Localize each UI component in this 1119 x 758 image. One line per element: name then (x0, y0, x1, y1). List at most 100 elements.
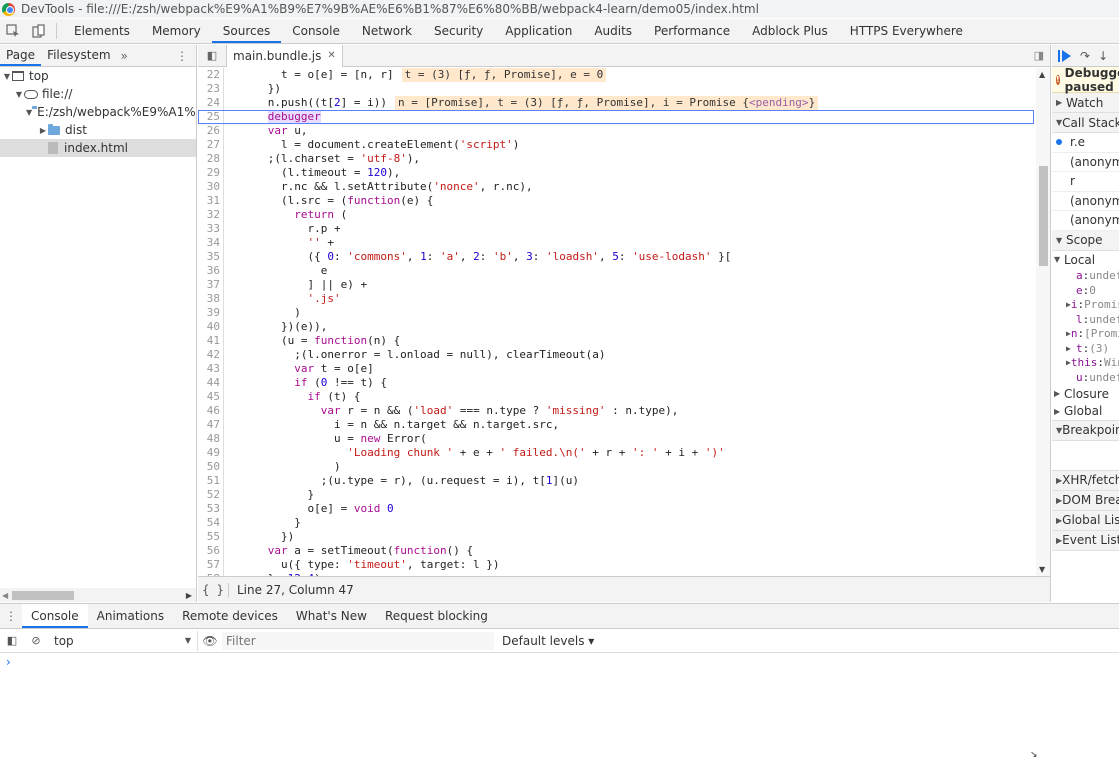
tree-item[interactable]: ▼ E:/zsh/webpack%E9%A1%B9 (0, 103, 196, 121)
line-number[interactable]: 32 (198, 208, 224, 222)
file-tab-main-bundle[interactable]: main.bundle.js ✕ (226, 44, 343, 67)
code-line[interactable]: 24 n.push((t[2] = i)) n = [Promise], t = … (198, 96, 1034, 110)
scroll-up-icon[interactable]: ▲ (1039, 70, 1045, 79)
main-tab-sources[interactable]: Sources (211, 19, 282, 43)
code-line[interactable]: 32 return ( (198, 208, 1034, 222)
tab-filesystem[interactable]: Filesystem (41, 45, 116, 66)
tree-item[interactable]: ▼ top (0, 67, 196, 85)
code-line[interactable]: 51 ;(u.type = r), (u.request = i), t[1](… (198, 474, 1034, 488)
scope-variable[interactable]: ▶n: [Promise] (1052, 327, 1119, 342)
line-number[interactable]: 55 (198, 530, 224, 544)
navigator-menu-icon[interactable]: ⋮ (176, 49, 188, 63)
line-number[interactable]: 33 (198, 222, 224, 236)
scope-global-group[interactable]: ▶ Global (1052, 403, 1119, 421)
code-line[interactable]: 36 e (198, 264, 1034, 278)
code-line[interactable]: 57 u({ type: 'timeout', target: l }) (198, 558, 1034, 572)
code-line[interactable]: 49 'Loading chunk ' + e + ' failed.\n(' … (198, 446, 1034, 460)
code-line[interactable]: 43 var t = o[e] (198, 362, 1034, 376)
toggle-debugger-icon[interactable]: ◨ (1034, 49, 1044, 62)
scrollbar-thumb[interactable] (12, 590, 74, 600)
code-line[interactable]: 25 debugger (198, 110, 1034, 124)
code-line[interactable]: 37 ] || e) + (198, 278, 1034, 292)
code-view[interactable]: 22 t = o[e] = [n, r] t = (3) [ƒ, ƒ, Promi… (198, 68, 1034, 576)
code-vertical-scrollbar[interactable]: ▲ ▼ (1036, 68, 1050, 576)
drawer-tab-animations[interactable]: Animations (88, 604, 173, 628)
live-expression-eye-icon[interactable]: 👁 (198, 634, 222, 648)
code-line[interactable]: 31 (l.src = (function(e) { (198, 194, 1034, 208)
line-number[interactable]: 24 (198, 96, 224, 110)
main-tab-elements[interactable]: Elements (63, 19, 141, 43)
code-line[interactable]: 38 '.js' (198, 292, 1034, 306)
line-number[interactable]: 57 (198, 558, 224, 572)
event-listener-breakpoints-header[interactable]: ▶ Event Listener Breakpoints (1052, 530, 1119, 551)
tree-arrow-icon[interactable]: ▼ (2, 72, 12, 81)
show-sidebar-icon[interactable]: ◧ (0, 634, 24, 647)
code-line[interactable]: 47 i = n && n.target && n.target.src, (198, 418, 1034, 432)
drawer-tab-console[interactable]: Console (22, 604, 88, 628)
scope-variable[interactable]: a: undefined (1052, 269, 1119, 284)
main-tab-security[interactable]: Security (423, 19, 494, 43)
code-line[interactable]: 55 }) (198, 530, 1034, 544)
main-tab-network[interactable]: Network (351, 19, 423, 43)
line-number[interactable]: 45 (198, 390, 224, 404)
line-number[interactable]: 35 (198, 250, 224, 264)
code-line[interactable]: 22 t = o[e] = [n, r] t = (3) [ƒ, ƒ, Promi… (198, 68, 1034, 82)
log-levels-dropdown[interactable]: Default levels ▾ (502, 634, 594, 648)
code-line[interactable]: 52 } (198, 488, 1034, 502)
main-tab-https-everywhere[interactable]: HTTPS Everywhere (839, 19, 974, 43)
scope-variable[interactable]: ▶this: Window (1052, 356, 1119, 371)
line-number[interactable]: 48 (198, 432, 224, 446)
scope-variable[interactable]: e: 0 (1052, 283, 1119, 298)
code-line[interactable]: 33 r.p + (198, 222, 1034, 236)
code-line[interactable]: 34 '' + (198, 236, 1034, 250)
main-tab-adblock-plus[interactable]: Adblock Plus (741, 19, 839, 43)
code-line[interactable]: 40 })(e)), (198, 320, 1034, 334)
call-frame[interactable]: r.e (1052, 133, 1119, 153)
line-number[interactable]: 44 (198, 376, 224, 390)
scroll-left-icon[interactable]: ◀ (2, 591, 8, 600)
line-number[interactable]: 46 (198, 404, 224, 418)
code-line[interactable]: 50 ) (198, 460, 1034, 474)
line-number[interactable]: 36 (198, 264, 224, 278)
scope-variable[interactable]: l: undefined (1052, 312, 1119, 327)
main-tab-performance[interactable]: Performance (643, 19, 741, 43)
xhr-breakpoints-header[interactable]: ▶ XHR/fetch Breakpoints (1052, 470, 1119, 491)
line-number[interactable]: 43 (198, 362, 224, 376)
line-number[interactable]: 40 (198, 320, 224, 334)
dom-breakpoints-header[interactable]: ▶ DOM Breakpoints (1052, 490, 1119, 511)
call-stack-pane-header[interactable]: ▼ Call Stack (1052, 113, 1119, 133)
line-number[interactable]: 56 (198, 544, 224, 558)
line-number[interactable]: 42 (198, 348, 224, 362)
scope-local-group[interactable]: ▼ Local (1052, 251, 1119, 269)
line-number[interactable]: 27 (198, 138, 224, 152)
call-frame[interactable]: r (1052, 172, 1119, 192)
resume-icon[interactable] (1058, 49, 1072, 62)
code-line[interactable]: 41 (u = function(n) { (198, 334, 1034, 348)
code-line[interactable]: 39 ) (198, 306, 1034, 320)
main-tab-audits[interactable]: Audits (583, 19, 643, 43)
drawer-tab-what-s-new[interactable]: What's New (287, 604, 376, 628)
code-line[interactable]: 53 o[e] = void 0 (198, 502, 1034, 516)
line-number[interactable]: 26 (198, 124, 224, 138)
clear-console-icon[interactable]: ⊘ (24, 634, 48, 647)
line-number[interactable]: 52 (198, 488, 224, 502)
toggle-navigator-icon[interactable]: ◧ (198, 49, 226, 62)
line-number[interactable]: 51 (198, 474, 224, 488)
tree-arrow-icon[interactable]: ▼ (26, 108, 32, 117)
step-into-icon[interactable]: ↓ (1098, 49, 1108, 63)
drawer-tab-request-blocking[interactable]: Request blocking (376, 604, 497, 628)
line-number[interactable]: 37 (198, 278, 224, 292)
main-tab-console[interactable]: Console (281, 19, 351, 43)
scrollbar-thumb[interactable] (1039, 166, 1048, 266)
code-line[interactable]: 42 ;(l.onerror = l.onload = null), clear… (198, 348, 1034, 362)
device-toolbar-icon[interactable] (26, 19, 52, 43)
drawer-tab-remote-devices[interactable]: Remote devices (173, 604, 287, 628)
scope-pane-header[interactable]: ▼ Scope (1052, 230, 1119, 251)
tree-item[interactable]: index.html (0, 139, 196, 157)
drawer-menu-icon[interactable]: ⋮ (0, 609, 22, 623)
step-over-icon[interactable]: ↷ (1080, 49, 1090, 63)
line-number[interactable]: 49 (198, 446, 224, 460)
context-selector[interactable]: top ▼ (48, 630, 198, 651)
line-number[interactable]: 41 (198, 334, 224, 348)
code-line[interactable]: 35 ({ 0: 'commons', 1: 'a', 2: 'b', 3: '… (198, 250, 1034, 264)
